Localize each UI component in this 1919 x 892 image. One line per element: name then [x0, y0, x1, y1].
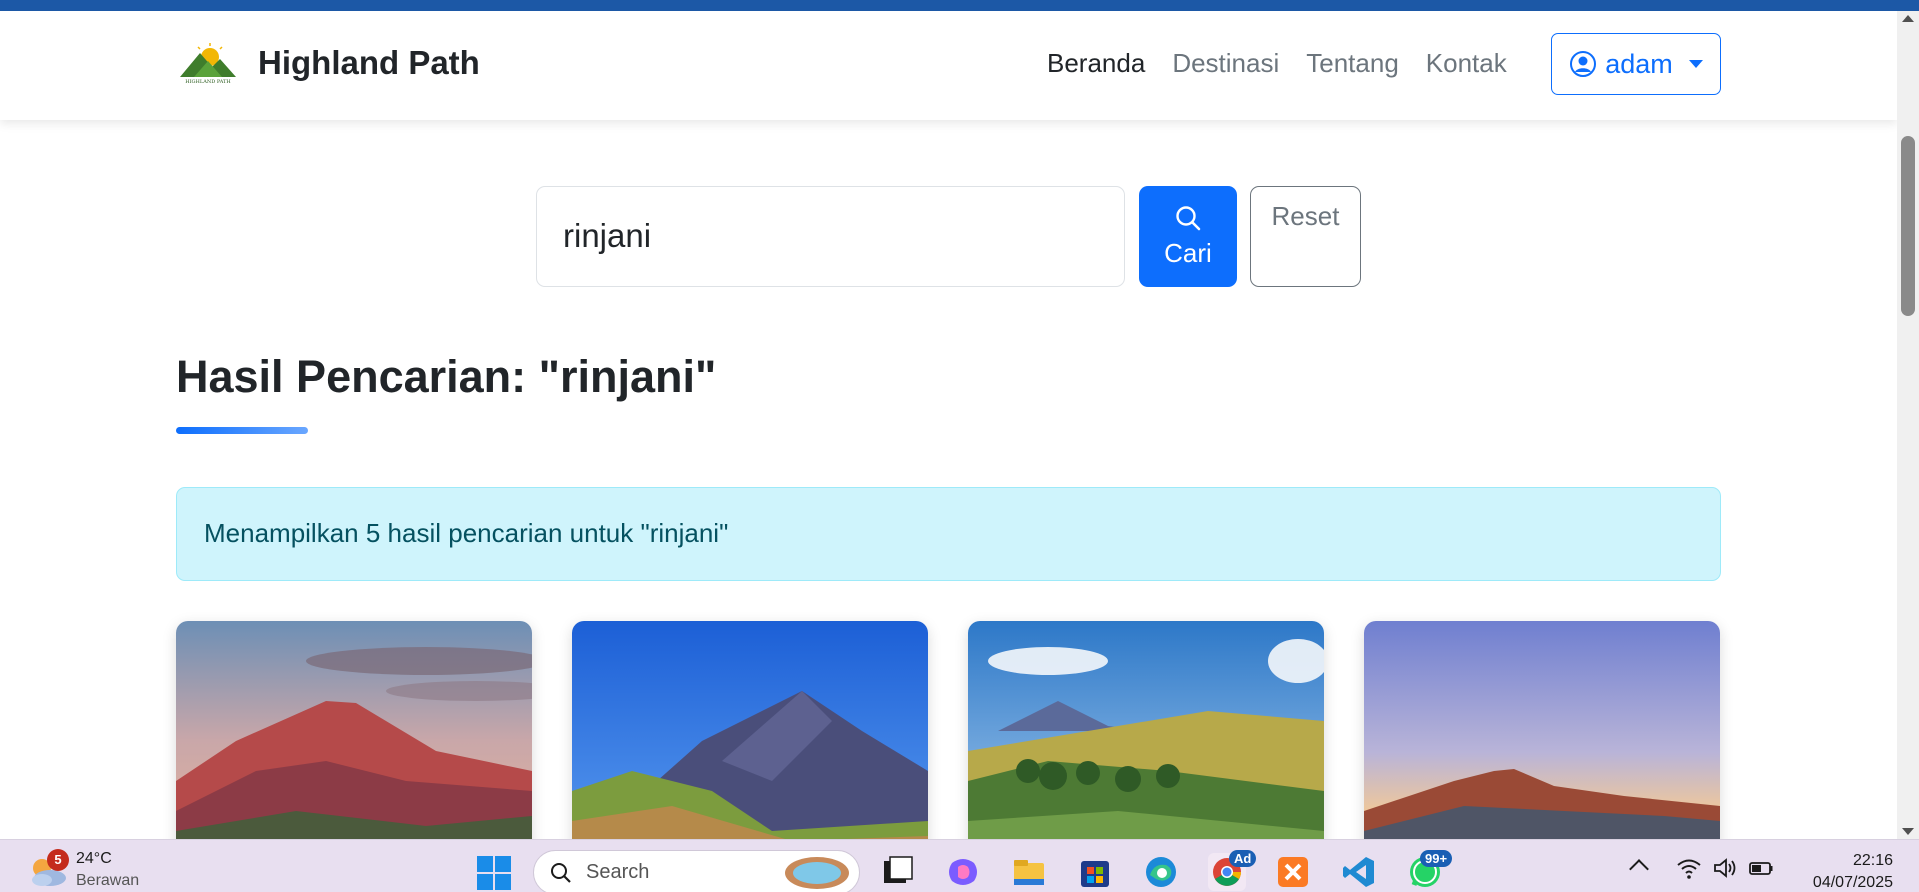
- chevron-down-icon: [1688, 60, 1703, 68]
- page-viewport: HIGHLAND PATH Highland Path Beranda Dest…: [0, 11, 1897, 839]
- brand-name: Highland Path: [258, 44, 480, 81]
- weather-cloud-icon: 5: [26, 849, 70, 890]
- scroll-up-icon[interactable]: [1902, 15, 1914, 22]
- chrome-badge: Ad: [1229, 850, 1257, 867]
- destination-card[interactable]: [572, 621, 928, 839]
- scroll-thumb[interactable]: [1901, 136, 1915, 316]
- page-scrollbar[interactable]: [1897, 11, 1919, 839]
- card-image: [572, 621, 928, 839]
- nav-links: Beranda Destinasi Tentang Kontak: [1047, 48, 1507, 79]
- weather-temp: 24°C: [76, 850, 112, 867]
- destination-card[interactable]: [176, 621, 532, 839]
- weather-condition: Berawan: [76, 872, 140, 889]
- results-title: Hasil Pencarian: "rinjani": [176, 351, 717, 402]
- svg-text:HIGHLAND PATH: HIGHLAND PATH: [185, 79, 231, 85]
- chevron-up-icon[interactable]: [1629, 859, 1649, 879]
- task-view-icon[interactable]: [878, 853, 916, 891]
- user-name: adam: [1605, 48, 1673, 79]
- wifi-icon[interactable]: [1675, 854, 1703, 882]
- battery-icon[interactable]: [1747, 854, 1775, 882]
- user-menu-button[interactable]: adam: [1551, 33, 1721, 95]
- nav-link-tentang[interactable]: Tentang: [1306, 48, 1399, 79]
- weather-widget[interactable]: 5 24°C Berawan: [26, 848, 139, 892]
- nav-link-kontak[interactable]: Kontak: [1426, 48, 1507, 79]
- taskbar-search-placeholder: Search: [586, 861, 650, 883]
- vscode-icon[interactable]: [1340, 853, 1378, 891]
- xampp-icon[interactable]: [1274, 853, 1312, 891]
- weather-badge: 5: [47, 849, 69, 871]
- title-underline: [176, 427, 308, 434]
- windows-start-icon[interactable]: [475, 854, 513, 892]
- search-icon: [551, 862, 571, 883]
- copilot-icon[interactable]: [944, 853, 982, 891]
- taskbar: 5 24°C Berawan Search Ad 99+ 22:16 04/07…: [0, 839, 1919, 892]
- file-explorer-icon[interactable]: [1010, 853, 1048, 891]
- card-image: [968, 621, 1324, 839]
- scroll-down-icon[interactable]: [1902, 828, 1914, 835]
- destination-card[interactable]: [968, 621, 1324, 839]
- user-circle-icon: [1570, 51, 1597, 77]
- clock-time: 22:16: [1852, 852, 1893, 869]
- logo-icon: HIGHLAND PATH: [180, 43, 236, 85]
- taskbar-search[interactable]: Search: [533, 850, 860, 892]
- results-alert: Menampilkan 5 hasil pencarian untuk "rin…: [176, 487, 1721, 581]
- card-image: [1364, 621, 1720, 839]
- whatsapp-badge: 99+: [1420, 850, 1453, 867]
- clock-date: 04/07/2025: [1812, 874, 1893, 891]
- card-image: [176, 621, 532, 839]
- navbar: HIGHLAND PATH Highland Path Beranda Dest…: [0, 11, 1897, 120]
- search-button-label: Cari: [1164, 238, 1212, 268]
- search-button[interactable]: Cari: [1139, 186, 1237, 287]
- nav-link-beranda[interactable]: Beranda: [1047, 48, 1145, 79]
- volume-icon[interactable]: [1711, 854, 1739, 882]
- nav-link-destinasi[interactable]: Destinasi: [1172, 48, 1279, 79]
- destination-card[interactable]: [1364, 621, 1720, 839]
- edge-icon[interactable]: [1142, 853, 1180, 891]
- microsoft-store-icon[interactable]: [1076, 853, 1114, 891]
- bing-highlight-icon: [785, 857, 849, 889]
- system-clock[interactable]: 22:16 04/07/2025: [1813, 850, 1893, 892]
- brand[interactable]: HIGHLAND PATH Highland Path: [176, 41, 480, 85]
- search-icon: [1176, 206, 1201, 231]
- search-input[interactable]: rinjani: [536, 186, 1125, 287]
- reset-button[interactable]: Reset: [1250, 186, 1361, 287]
- browser-top-bar: [0, 0, 1919, 11]
